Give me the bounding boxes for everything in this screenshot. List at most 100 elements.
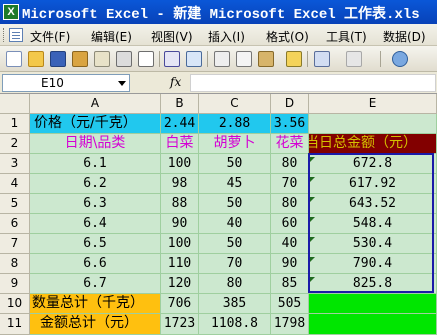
cell-c3[interactable]: 50 xyxy=(199,154,271,174)
cell-d1[interactable]: 3.56 xyxy=(271,114,309,134)
cell-b4[interactable]: 98 xyxy=(161,174,199,194)
cell-e1[interactable] xyxy=(309,114,437,134)
cell-a9[interactable]: 6.7 xyxy=(30,274,161,294)
cell-d10[interactable]: 505 xyxy=(271,294,309,314)
cell-e10[interactable] xyxy=(309,294,437,314)
cell-b7[interactable]: 100 xyxy=(161,234,199,254)
undo-icon[interactable] xyxy=(314,51,330,67)
row-header-11[interactable]: 11 xyxy=(0,314,30,335)
cell-b6[interactable]: 90 xyxy=(161,214,199,234)
row-header-8[interactable]: 8 xyxy=(0,254,30,274)
fx-icon[interactable]: fx xyxy=(170,75,181,89)
cell-a10[interactable]: 数量总计（千克） xyxy=(30,294,161,314)
cell-d5[interactable]: 80 xyxy=(271,194,309,214)
open-icon[interactable] xyxy=(28,51,44,67)
select-all-corner[interactable] xyxy=(0,94,30,114)
row-header-9[interactable]: 9 xyxy=(0,274,30,294)
row-header-3[interactable]: 3 xyxy=(0,154,30,174)
cell-b9[interactable]: 120 xyxy=(161,274,199,294)
cell-c4[interactable]: 45 xyxy=(199,174,271,194)
research-icon[interactable] xyxy=(186,51,202,67)
email-icon[interactable] xyxy=(94,51,110,67)
cell-a5[interactable]: 6.3 xyxy=(30,194,161,214)
cell-d2[interactable]: 花菜 xyxy=(271,134,309,154)
cell-d4[interactable]: 70 xyxy=(271,174,309,194)
hyperlink-icon[interactable] xyxy=(392,51,408,67)
menu-format[interactable]: 格式(O) xyxy=(266,28,309,45)
cell-d11[interactable]: 1798 xyxy=(271,314,309,335)
cell-b1[interactable]: 2.44 xyxy=(161,114,199,134)
cell-d8[interactable]: 90 xyxy=(271,254,309,274)
menu-edit[interactable]: 编辑(E) xyxy=(91,28,132,45)
cell-a4[interactable]: 6.2 xyxy=(30,174,161,194)
cell-c5[interactable]: 50 xyxy=(199,194,271,214)
row-header-10[interactable]: 10 xyxy=(0,294,30,314)
document-icon[interactable] xyxy=(9,28,23,42)
menu-file[interactable]: 文件(F) xyxy=(30,28,70,45)
menu-data[interactable]: 数据(D) xyxy=(383,28,426,45)
cell-b10[interactable]: 706 xyxy=(161,294,199,314)
cell-d7[interactable]: 40 xyxy=(271,234,309,254)
cell-b5[interactable]: 88 xyxy=(161,194,199,214)
redo-icon[interactable] xyxy=(346,51,362,67)
row-header-2[interactable]: 2 xyxy=(0,134,30,154)
cell-a7[interactable]: 6.5 xyxy=(30,234,161,254)
row-header-4[interactable]: 4 xyxy=(0,174,30,194)
cell-e5[interactable]: 643.52 xyxy=(309,194,437,214)
cell-e4[interactable]: 617.92 xyxy=(309,174,437,194)
excel-app-icon[interactable]: X xyxy=(3,4,19,20)
cell-e6[interactable]: 548.4 xyxy=(309,214,437,234)
cell-b3[interactable]: 100 xyxy=(161,154,199,174)
print-preview-icon[interactable] xyxy=(138,51,154,67)
column-header-a[interactable]: A xyxy=(30,94,161,114)
cell-a11[interactable]: 金额总计（元） xyxy=(30,314,161,335)
menu-grip[interactable] xyxy=(3,28,6,42)
cell-e11[interactable] xyxy=(309,314,437,335)
row-header-7[interactable]: 7 xyxy=(0,234,30,254)
menu-tools[interactable]: 工具(T) xyxy=(326,28,367,45)
cell-a8[interactable]: 6.6 xyxy=(30,254,161,274)
permission-icon[interactable] xyxy=(72,51,88,67)
cell-b8[interactable]: 110 xyxy=(161,254,199,274)
cell-c7[interactable]: 50 xyxy=(199,234,271,254)
cell-e3[interactable]: 672.8 xyxy=(309,154,437,174)
cell-e9[interactable]: 825.8 xyxy=(309,274,437,294)
cell-c8[interactable]: 70 xyxy=(199,254,271,274)
cell-c1[interactable]: 2.88 xyxy=(199,114,271,134)
cut-icon[interactable] xyxy=(214,51,230,67)
menu-insert[interactable]: 插入(I) xyxy=(208,28,245,45)
paste-icon[interactable] xyxy=(258,51,274,67)
new-icon[interactable] xyxy=(6,51,22,67)
row-header-5[interactable]: 5 xyxy=(0,194,30,214)
cell-c11[interactable]: 1108.8 xyxy=(199,314,271,335)
format-painter-icon[interactable] xyxy=(286,51,302,67)
cell-a1[interactable]: 价格（元/千克） xyxy=(30,114,161,134)
copy-icon[interactable] xyxy=(236,51,252,67)
cell-d6[interactable]: 60 xyxy=(271,214,309,234)
cell-c9[interactable]: 80 xyxy=(199,274,271,294)
cell-c6[interactable]: 40 xyxy=(199,214,271,234)
save-icon[interactable] xyxy=(50,51,66,67)
cell-a2[interactable]: 日期\品类 xyxy=(30,134,161,154)
column-header-d[interactable]: D xyxy=(271,94,309,114)
row-header-6[interactable]: 6 xyxy=(0,214,30,234)
cell-d9[interactable]: 85 xyxy=(271,274,309,294)
formula-input[interactable] xyxy=(190,74,436,92)
cell-c2[interactable]: 胡萝卜 xyxy=(199,134,271,154)
cell-b11[interactable]: 1723 xyxy=(161,314,199,335)
cell-a6[interactable]: 6.4 xyxy=(30,214,161,234)
print-icon[interactable] xyxy=(116,51,132,67)
row-header-1[interactable]: 1 xyxy=(0,114,30,134)
chevron-down-icon[interactable] xyxy=(118,81,126,86)
cell-c10[interactable]: 385 xyxy=(199,294,271,314)
cell-b2[interactable]: 白菜 xyxy=(161,134,199,154)
cell-e8[interactable]: 790.4 xyxy=(309,254,437,274)
spelling-icon[interactable] xyxy=(164,51,180,67)
column-header-c[interactable]: C xyxy=(199,94,271,114)
cell-d3[interactable]: 80 xyxy=(271,154,309,174)
name-box[interactable]: E10 xyxy=(2,74,130,92)
cell-a3[interactable]: 6.1 xyxy=(30,154,161,174)
column-header-e[interactable]: E xyxy=(309,94,437,114)
menu-view[interactable]: 视图(V) xyxy=(151,28,193,45)
cell-e2[interactable]: 当日总金额（元） xyxy=(309,134,437,154)
